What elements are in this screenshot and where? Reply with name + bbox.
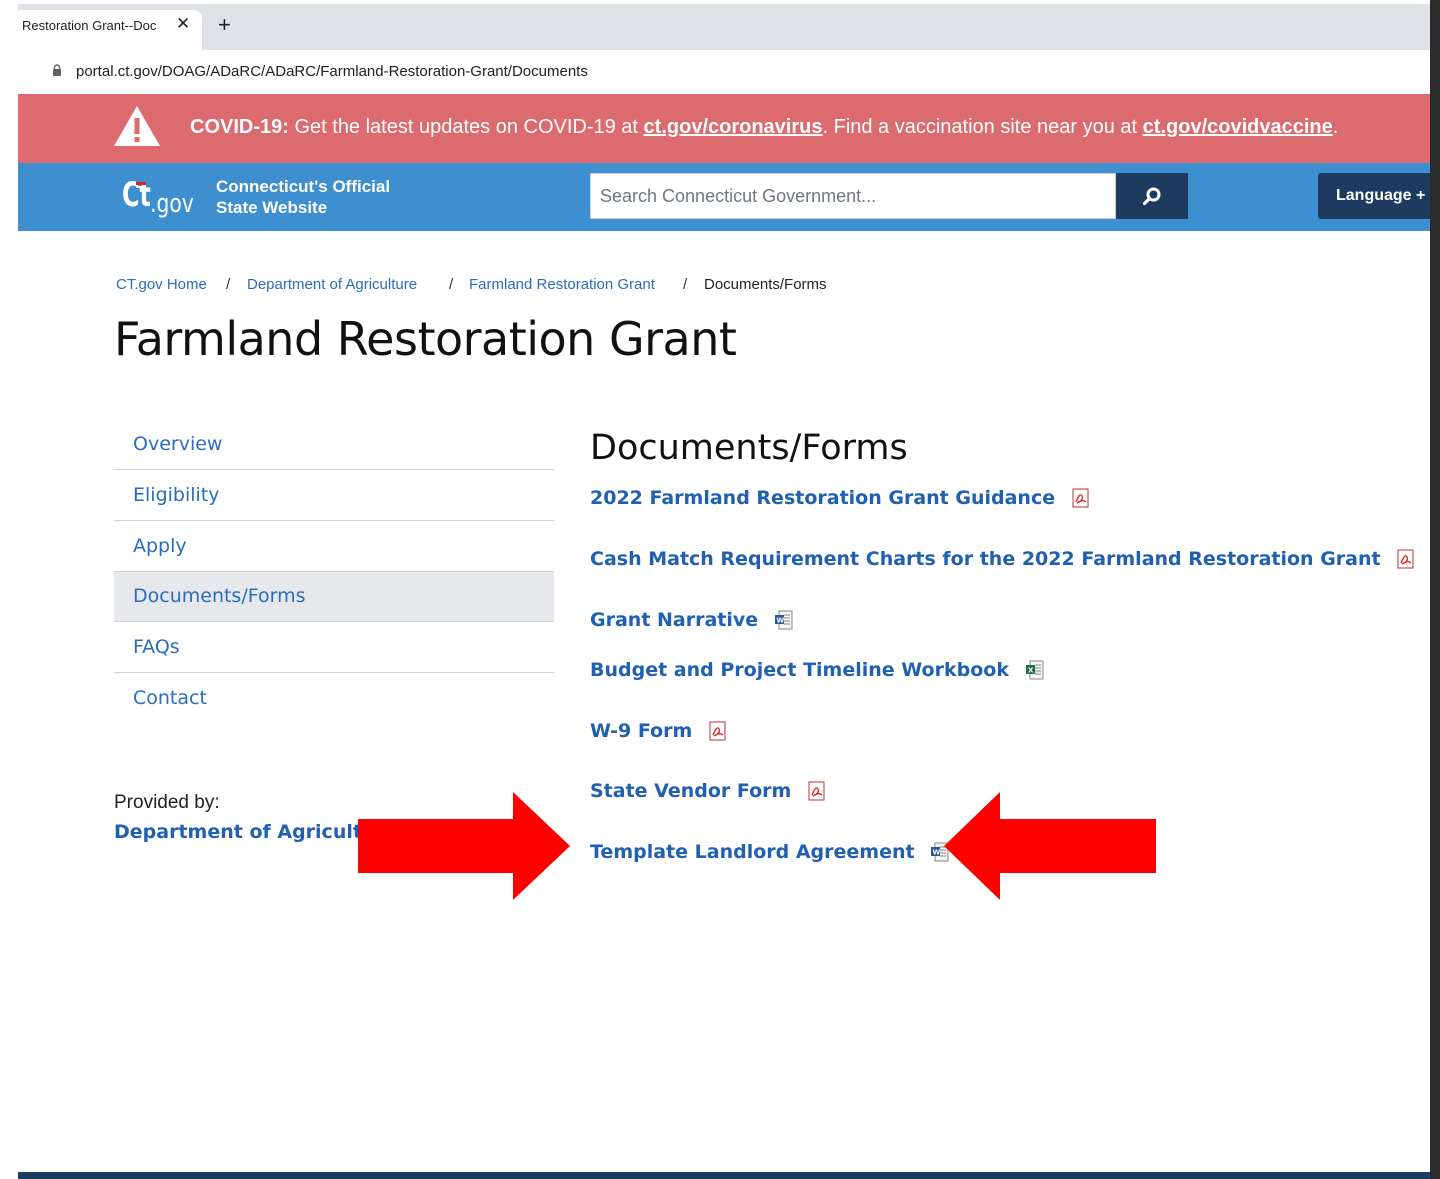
document-title[interactable]: Grant Narrative — [590, 609, 758, 631]
covid-text-3: . — [1332, 116, 1339, 138]
sidebar-item-faqs[interactable]: FAQs — [114, 623, 554, 673]
sidebar-item-label: FAQs — [133, 636, 180, 658]
sidebar-item-contact[interactable]: Contact — [114, 674, 554, 724]
provided-by-label: Provided by: — [114, 792, 220, 813]
document-title[interactable]: W-9 Form — [590, 720, 692, 742]
search-icon[interactable] — [1142, 186, 1162, 206]
sidebar-item-documents-forms[interactable]: Documents/Forms — [114, 572, 554, 622]
document-title[interactable]: Template Landlord Agreement — [590, 841, 915, 863]
document-link[interactable]: Template Landlord Agreement W — [590, 840, 949, 863]
svg-text:X: X — [1028, 666, 1034, 674]
sidebar-item-label: Eligibility — [133, 484, 220, 506]
breadcrumb-current: Documents/Forms — [704, 276, 827, 293]
pdf-icon — [1397, 549, 1414, 568]
svg-text:W: W — [933, 848, 941, 856]
breadcrumb-separator: / — [449, 276, 454, 293]
tab-title[interactable]: Restoration Grant--Doc — [22, 18, 164, 33]
covid-text-1: Get the latest updates on COVID-19 at — [288, 116, 644, 138]
coronavirus-link[interactable]: ct.gov/coronavirus — [644, 116, 823, 138]
breadcrumb-agriculture[interactable]: Department of Agriculture — [247, 276, 417, 293]
lock-icon — [53, 64, 61, 76]
footer-bar — [18, 1172, 1430, 1179]
word-doc-icon: W — [774, 610, 793, 629]
site-tagline: Connecticut's Official State Website — [216, 176, 390, 218]
sidebar-item-label: Contact — [133, 687, 207, 709]
document-link[interactable]: State Vendor Form — [590, 779, 826, 802]
sidebar-item-eligibility[interactable]: Eligibility — [114, 471, 554, 521]
document-link[interactable]: Cash Match Requirement Charts for the 20… — [590, 547, 1415, 570]
tagline-line-1: Connecticut's Official — [216, 177, 391, 196]
breadcrumb-restoration-grant[interactable]: Farmland Restoration Grant — [469, 276, 655, 293]
search-placeholder[interactable]: Search Connecticut Government... — [600, 186, 876, 207]
new-tab-icon[interactable]: + — [218, 12, 231, 38]
document-title[interactable]: Budget and Project Timeline Workbook — [590, 659, 1009, 681]
provided-by-department-link[interactable]: Department of Agriculture — [114, 821, 398, 843]
covid-text-2: . Find a vaccination site near you at — [822, 116, 1143, 138]
covidvaccine-link[interactable]: ct.gov/covidvaccine — [1143, 116, 1333, 138]
breadcrumb-home[interactable]: CT.gov Home — [116, 276, 207, 293]
document-title[interactable]: Cash Match Requirement Charts for the 20… — [590, 548, 1381, 570]
ct-gov-logo[interactable]: Ct .gov — [122, 172, 202, 222]
svg-text:.gov: .gov — [150, 189, 194, 219]
svg-text:Ct: Ct — [122, 176, 151, 215]
url-text[interactable]: portal.ct.gov/DOAG/ADaRC/ADaRC/Farmland-… — [76, 63, 588, 80]
sidebar-item-overview[interactable]: Overview — [114, 420, 554, 470]
annotation-arrow-left-icon — [944, 792, 1156, 900]
document-title[interactable]: 2022 Farmland Restoration Grant Guidance — [590, 487, 1055, 509]
sidebar-item-label: Overview — [133, 433, 223, 455]
sidebar-item-label: Apply — [133, 535, 187, 557]
covid-banner-text: COVID-19: Get the latest updates on COVI… — [190, 116, 1338, 139]
document-link[interactable]: 2022 Farmland Restoration Grant Guidance — [590, 486, 1090, 509]
document-title[interactable]: State Vendor Form — [590, 780, 791, 802]
annotation-arrow-right-icon — [358, 792, 570, 900]
page-frame-right — [1430, 0, 1440, 1179]
covid-label: COVID-19: — [190, 116, 289, 138]
svg-text:W: W — [776, 616, 784, 624]
pdf-icon — [709, 721, 726, 740]
documents-heading: Documents/Forms — [590, 428, 908, 468]
tagline-line-2: State Website — [216, 198, 328, 217]
page-title: Farmland Restoration Grant — [114, 312, 737, 366]
breadcrumb-separator: / — [683, 276, 688, 293]
document-link[interactable]: W-9 Form — [590, 719, 727, 742]
excel-icon: X — [1025, 660, 1044, 679]
breadcrumb-separator: / — [226, 276, 231, 293]
warning-icon — [114, 106, 160, 146]
pdf-icon — [1072, 488, 1089, 507]
sidebar-item-apply[interactable]: Apply — [114, 522, 554, 572]
document-link[interactable]: Grant Narrative W — [590, 608, 793, 631]
tab-close-icon[interactable]: ✕ — [176, 14, 190, 34]
document-link[interactable]: Budget and Project Timeline Workbook X — [590, 658, 1044, 681]
language-label[interactable]: Language + : — [1336, 187, 1435, 205]
page-frame-left — [0, 0, 18, 1179]
sidebar-item-label: Documents/Forms — [133, 585, 306, 607]
pdf-icon — [808, 781, 825, 800]
